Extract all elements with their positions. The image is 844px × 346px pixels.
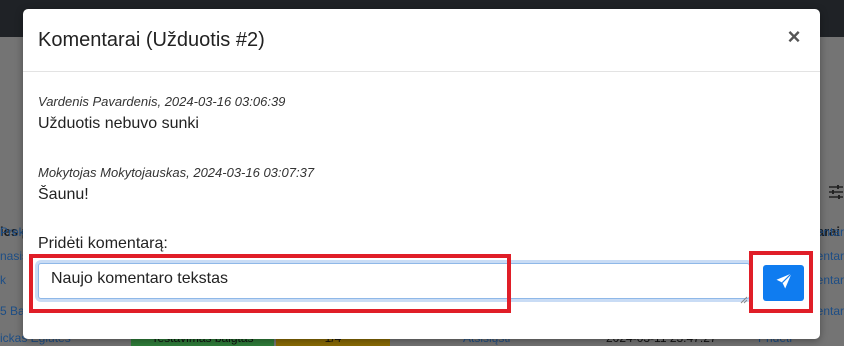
comment-text: Užduotis nebuvo sunki bbox=[38, 115, 199, 132]
comment-text: Šaunu! bbox=[38, 186, 89, 203]
send-button-highlight-box bbox=[749, 251, 813, 313]
close-icon[interactable]: × bbox=[784, 25, 804, 49]
modal-title: Komentarai (Užduotis #2) bbox=[38, 29, 265, 51]
filter-icon bbox=[828, 184, 844, 200]
comment-meta: Vardenis Pavardenis, 2024-03-16 03:06:39 bbox=[38, 94, 286, 109]
row-link[interactable]: Prek bbox=[0, 225, 25, 239]
resize-grip-icon[interactable] bbox=[740, 291, 748, 304]
modal-header: Komentarai (Užduotis #2) × bbox=[23, 9, 820, 72]
add-comment-label: Pridėti komentarą: bbox=[38, 235, 168, 252]
comment-meta: Mokytojas Mokytojauskas, 2024-03-16 03:0… bbox=[38, 165, 315, 180]
input-highlight-box bbox=[29, 254, 511, 313]
row-link[interactable]: 5 Ba bbox=[0, 304, 25, 318]
row-link[interactable]: k bbox=[0, 273, 6, 287]
